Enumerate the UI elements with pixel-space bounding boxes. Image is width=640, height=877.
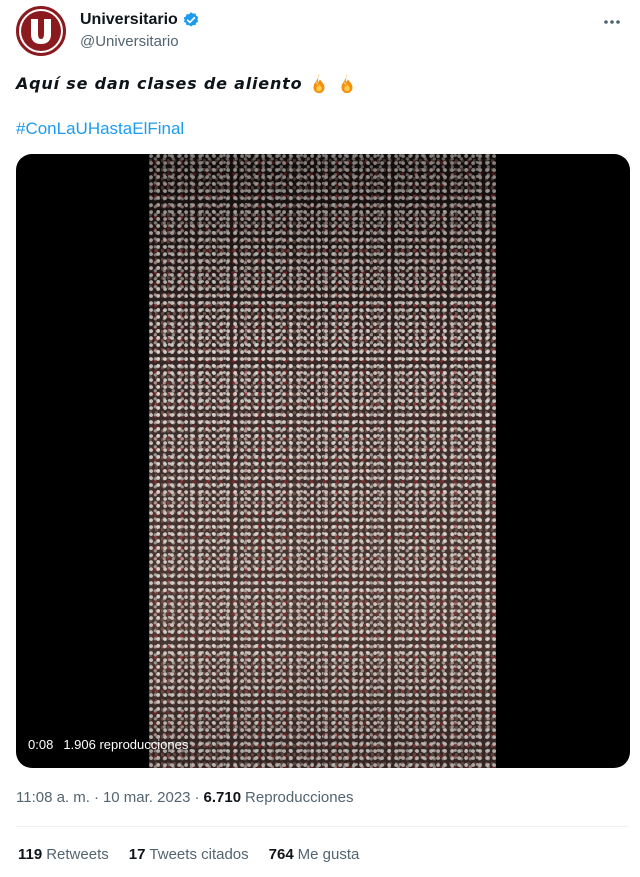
tweet-metadata: 11:08 a. m. · 10 mar. 2023 · 6.710 Repro… bbox=[16, 788, 353, 808]
engagement-stats: 119 Retweets 17 Tweets citados 764 Me gu… bbox=[18, 845, 359, 865]
tweet-text-content: Aquí se dan clases de aliento bbox=[16, 73, 303, 93]
video-player[interactable]: 0:08 1.906 reproducciones bbox=[16, 154, 630, 768]
video-duration: 0:08 bbox=[28, 737, 54, 752]
retweets-stat[interactable]: 119 Retweets bbox=[18, 845, 109, 865]
meta-separator: · bbox=[194, 789, 200, 806]
author-names: Universitario @Universitario bbox=[80, 10, 200, 52]
tweet-views-count: 6.710 bbox=[203, 789, 242, 806]
quotes-count: 17 bbox=[128, 846, 146, 863]
quote-tweets-stat[interactable]: 17 Tweets citados bbox=[129, 845, 249, 865]
hashtag-link[interactable]: #ConLaUHastaElFinal bbox=[16, 118, 184, 140]
likes-label: Me gusta bbox=[297, 846, 360, 863]
likes-count: 764 bbox=[268, 846, 294, 863]
meta-separator: · bbox=[93, 789, 99, 806]
author-handle[interactable]: @Universitario bbox=[80, 32, 200, 52]
likes-stat[interactable]: 764 Me gusta bbox=[269, 845, 360, 865]
video-overlay-stats: 0:08 1.906 reproducciones bbox=[28, 737, 188, 752]
verified-badge-icon bbox=[183, 12, 199, 27]
tweet-views-label: Reproducciones bbox=[245, 789, 354, 806]
fire-icon bbox=[313, 73, 325, 94]
avatar[interactable] bbox=[16, 6, 66, 56]
u-logo-icon bbox=[31, 19, 51, 44]
universitario-logo bbox=[21, 11, 61, 51]
fire-icon bbox=[341, 73, 353, 94]
author-display-name[interactable]: Universitario bbox=[80, 10, 200, 30]
quotes-label: Tweets citados bbox=[149, 846, 249, 863]
tweet-time[interactable]: 11:08 a. m. bbox=[16, 788, 90, 808]
tweet-text: Aquí se dan clases de aliento bbox=[16, 72, 358, 94]
tweet-header: Universitario @Universitario bbox=[16, 6, 628, 62]
retweets-label: Retweets bbox=[46, 846, 109, 863]
video-views: 1.906 reproducciones bbox=[63, 737, 189, 752]
tweet-date[interactable]: 10 mar. 2023 bbox=[103, 788, 191, 808]
retweets-count: 119 bbox=[18, 846, 43, 863]
divider bbox=[16, 826, 628, 827]
video-frame-crowd bbox=[149, 154, 496, 768]
more-options-icon[interactable] bbox=[600, 10, 624, 34]
author-name-text[interactable]: Universitario bbox=[80, 10, 178, 30]
